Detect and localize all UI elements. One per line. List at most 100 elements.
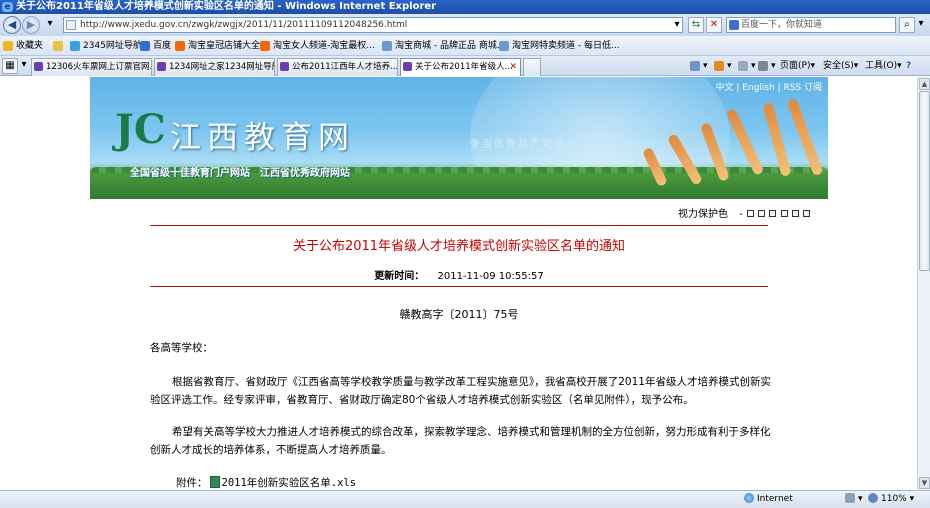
document-number: 赣教高字〔2011〕75号 — [399, 308, 519, 321]
new-tab-button[interactable] — [523, 58, 541, 76]
rss-icon — [714, 61, 724, 71]
site-icon — [499, 41, 509, 51]
site-icon — [260, 41, 270, 51]
mail-button[interactable]: ▾ — [738, 58, 756, 74]
color-swatch[interactable] — [746, 210, 754, 217]
color-swatch[interactable] — [780, 210, 788, 217]
divider — [150, 225, 768, 226]
update-time: 2011-11-09 10:55:57 — [437, 271, 544, 282]
site-icon — [70, 41, 80, 51]
home-icon — [690, 61, 700, 71]
favorite-item[interactable]: 淘宝女人频道-淘宝最权... — [260, 36, 375, 56]
browser-tab[interactable]: 公布2011江西年人才培养... — [277, 58, 398, 76]
salutation: 各高等学校： — [150, 342, 213, 354]
excel-file-icon — [209, 476, 220, 488]
print-icon — [758, 61, 768, 71]
mail-icon — [738, 61, 748, 71]
zoom-level[interactable]: 110% ▾ — [868, 491, 914, 508]
body-paragraph: 希望有关高等学校大力推进人才培养模式的综合改革，探索教学理念、培养模式和管理机制… — [150, 426, 771, 456]
site-icon — [34, 62, 43, 71]
update-info: 更新时间： 2011-11-09 10:55:57 — [150, 267, 768, 282]
site-logo-text: 江西教育网 — [170, 120, 355, 156]
attachment: 附件： 2011年创新实验区名单.xls — [176, 475, 356, 490]
page-content: JC 江西教育网 争当优秀共产党员 全国省级十佳教育门户网站 江西省优秀政府网站… — [0, 77, 917, 490]
site-icon — [403, 62, 412, 71]
window-title: 关于公布2011年省级人才培养模式创新实验区名单的通知 - Windows In… — [16, 1, 437, 12]
home-button[interactable]: ▾ — [690, 58, 708, 74]
divider — [150, 286, 768, 287]
close-tab-icon[interactable]: ✕ — [509, 59, 517, 75]
globe-icon — [744, 493, 754, 503]
scroll-thumb[interactable] — [919, 91, 930, 271]
page-menu[interactable]: 页面(P)▾ — [780, 58, 815, 74]
window-title-bar: e 关于公布2011年省级人才培养模式创新实验区名单的通知 - Windows … — [0, 0, 930, 14]
browser-tab[interactable]: 1234网址之家1234网址导航 — [154, 58, 275, 76]
sculpture-decoration — [725, 108, 765, 176]
scroll-up-icon[interactable]: ▲ — [919, 78, 930, 90]
site-icon — [157, 62, 166, 71]
address-url: http://www.jxedu.gov.cn/zwgk/zwgjx/2011/… — [80, 20, 408, 30]
update-label: 更新时间： — [374, 271, 425, 282]
site-icon — [382, 41, 392, 51]
language-links[interactable]: 中文 | English | RSS 订阅 — [715, 80, 822, 93]
attachment-link[interactable]: 2011年创新实验区名单.xls — [222, 477, 357, 489]
page-icon — [66, 20, 76, 30]
favorite-item[interactable]: 淘宝皇冠店铺大全 — [175, 36, 260, 56]
sculpture-decoration — [762, 101, 792, 178]
security-zone[interactable]: Internet — [744, 491, 793, 508]
status-bar: Internet ▾ 110% ▾ — [0, 490, 930, 508]
color-swatch[interactable] — [802, 210, 810, 217]
favorites-bar: 收藏夹 2345网址导航 百度 淘宝皇冠店铺大全 淘宝女人频道-淘宝最权... … — [0, 36, 930, 56]
star-icon — [3, 41, 13, 51]
favorites-button[interactable]: 收藏夹 — [3, 36, 43, 56]
favorite-item[interactable]: 淘宝商城 - 品牌正品 商城... — [382, 36, 505, 56]
print-button[interactable]: ▾ — [758, 58, 776, 74]
address-bar-row: ◀ ▶ ▾ http://www.jxedu.gov.cn/zwgk/zwgjx… — [0, 14, 930, 36]
banner-tagline: 全国省级十佳教育门户网站 江西省优秀政府网站 — [130, 168, 350, 179]
site-icon — [175, 41, 185, 51]
body-paragraph: 根据省教育厅、省财政厅《江西省高等学校教学质量与教学改革工程实施意见》，我省高校… — [150, 376, 771, 406]
protected-mode-icon[interactable]: ▾ — [845, 491, 863, 508]
browser-tab[interactable]: 12306火车票网上订票官网... — [31, 58, 152, 76]
search-input[interactable]: 百度一下，你就知道 — [726, 17, 896, 33]
color-swatch[interactable] — [758, 210, 766, 217]
history-dropdown-icon[interactable]: ▾ — [42, 17, 58, 33]
feeds-button[interactable]: ▾ — [714, 58, 732, 74]
favorite-item[interactable]: 淘宝网特卖频道 - 每日低... — [499, 36, 620, 56]
quick-tabs-icon[interactable]: ▦ — [2, 58, 18, 74]
tab-list-icon[interactable]: ▾ — [18, 58, 30, 74]
compatibility-view-icon[interactable]: ⇆ — [688, 17, 704, 33]
scroll-down-icon[interactable]: ▼ — [919, 477, 930, 489]
tools-menu[interactable]: 工具(O)▾ — [865, 58, 902, 74]
favorite-item[interactable]: 百度 — [140, 36, 171, 56]
search-placeholder: 百度一下，你就知道 — [741, 20, 823, 30]
address-input[interactable]: http://www.jxedu.gov.cn/zwgk/zwgjx/2011/… — [63, 17, 683, 33]
banner-slogan: 争当优秀共产党员 — [470, 139, 566, 150]
vision-label: 视力保护色 — [678, 209, 728, 220]
back-button[interactable]: ◀ — [3, 16, 21, 34]
stop-icon[interactable]: ✕ — [706, 17, 722, 33]
color-swatch[interactable] — [769, 210, 777, 217]
browser-tab-active[interactable]: 关于公布2011年省级人... ✕ — [400, 58, 521, 76]
help-icon[interactable]: ? — [906, 58, 911, 74]
site-icon — [140, 41, 150, 51]
tab-row: ▦ ▾ 12306火车票网上订票官网... 1234网址之家1234网址导航 公… — [0, 56, 930, 76]
site-logo-icon: JC — [115, 106, 166, 153]
site-icon — [280, 62, 289, 71]
eye-protection-color: 视力保护色 - — [678, 205, 810, 220]
sculpture-decoration — [786, 97, 824, 177]
favorite-item[interactable]: 2345网址导航 — [70, 36, 142, 56]
forward-button[interactable]: ▶ — [22, 16, 40, 34]
color-swatch[interactable] — [791, 210, 799, 217]
baidu-icon — [729, 20, 739, 30]
ie-logo-icon: e — [2, 2, 13, 12]
zoom-icon — [868, 493, 878, 503]
article-title: 关于公布2011年省级人才培养模式创新实验区名单的通知 — [292, 239, 626, 254]
vertical-scrollbar[interactable]: ▲ ▼ — [917, 77, 930, 490]
safety-menu[interactable]: 安全(S)▾ — [823, 58, 858, 74]
search-options-icon[interactable]: ▾ — [915, 17, 927, 33]
search-icon[interactable]: ⌕ — [899, 17, 915, 33]
site-banner: JC 江西教育网 争当优秀共产党员 全国省级十佳教育门户网站 江西省优秀政府网站… — [90, 77, 828, 199]
address-dropdown-icon[interactable]: ▾ — [671, 18, 683, 32]
add-favorite-icon[interactable] — [53, 36, 66, 56]
